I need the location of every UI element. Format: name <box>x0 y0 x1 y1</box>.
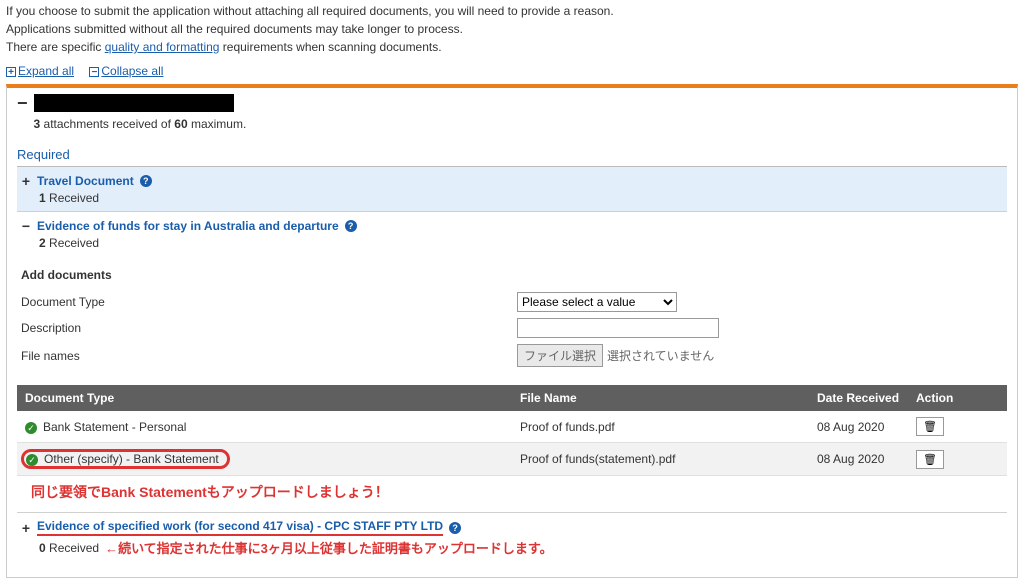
check-icon: ✓ <box>26 454 38 466</box>
file-choose-status: 選択されていません <box>607 349 714 363</box>
trash-icon: 🗑 <box>923 454 937 466</box>
help-icon[interactable]: ? <box>140 175 152 187</box>
attachments-mid: attachments received of <box>40 117 174 131</box>
file-choose-button[interactable]: ファイル選択 <box>517 344 603 367</box>
attachments-summary: 3 attachments received of 60 maximum. <box>34 117 247 131</box>
collapse-all-link[interactable]: −Collapse all <box>89 64 163 78</box>
intro-line-3: There are specific quality and formattin… <box>6 40 1018 54</box>
th-action: Action <box>908 385 1007 411</box>
funds-collapse-toggle[interactable]: − <box>21 218 31 234</box>
trash-icon: 🗑 <box>923 421 937 433</box>
expand-all-label: Expand all <box>18 64 74 78</box>
work-received-label: Received <box>46 541 99 555</box>
documents-table: Document Type File Name Date Received Ac… <box>17 385 1007 476</box>
req-travel-document: + Travel Document ? 1 Received <box>17 167 1007 212</box>
applicant-collapse-toggle[interactable]: − <box>17 94 28 112</box>
th-document-type: Document Type <box>17 385 512 411</box>
annotation-text-1: 同じ要領でBank Statementもアップロードしましょう！ <box>31 482 1007 502</box>
table-row: ✓ Bank Statement - Personal Proof of fund… <box>17 411 1007 443</box>
attachments-max: 60 <box>174 117 187 131</box>
intro-line-3-before: There are specific <box>6 40 105 54</box>
expand-all-link[interactable]: +Expand all <box>6 64 74 78</box>
intro-line-3-after: requirements when scanning documents. <box>219 40 441 54</box>
funds-received-label: Received <box>46 236 99 250</box>
row1-date: 08 Aug 2020 <box>809 443 908 476</box>
file-names-label: File names <box>17 349 517 363</box>
help-icon[interactable]: ? <box>345 220 357 232</box>
row0-type: Bank Statement - Personal <box>43 420 186 434</box>
expand-collapse-bar: +Expand all −Collapse all <box>6 64 1018 78</box>
check-icon: ✓ <box>25 422 37 434</box>
evidence-work-title[interactable]: Evidence of specified work (for second 4… <box>37 519 443 536</box>
travel-expand-toggle[interactable]: + <box>21 173 31 189</box>
attachments-after: maximum. <box>188 117 247 131</box>
doc-type-label: Document Type <box>17 295 517 309</box>
travel-received-label: Received <box>46 191 99 205</box>
required-section-title: Required <box>17 147 1007 167</box>
funds-received-count: 2 <box>39 236 46 250</box>
row0-file: Proof of funds.pdf <box>512 411 809 443</box>
work-received-count: 0 <box>39 541 46 555</box>
description-input[interactable] <box>517 318 719 338</box>
intro-line-2: Applications submitted without all the r… <box>6 22 1018 36</box>
annotation-text-2: ←続いて指定された仕事に3ヶ月以上従事した証明書もアップロードします。 <box>105 538 553 557</box>
table-row: ✓ Other (specify) - Bank Statement Proof … <box>17 443 1007 476</box>
travel-received-count: 1 <box>39 191 46 205</box>
quality-formatting-link[interactable]: quality and formatting <box>105 40 220 54</box>
intro-line-1: If you choose to submit the application … <box>6 4 1018 18</box>
collapse-all-label: Collapse all <box>101 64 163 78</box>
minus-box-icon: − <box>89 67 99 77</box>
row1-file: Proof of funds(statement).pdf <box>512 443 809 476</box>
delete-button[interactable]: 🗑 <box>916 417 944 436</box>
req-evidence-funds: − Evidence of funds for stay in Australi… <box>17 212 1007 256</box>
row1-type: Other (specify) - Bank Statement <box>44 452 219 466</box>
travel-document-title[interactable]: Travel Document <box>37 174 134 188</box>
add-documents-heading: Add documents <box>21 268 1007 282</box>
row0-date: 08 Aug 2020 <box>809 411 908 443</box>
help-icon[interactable]: ? <box>449 522 461 534</box>
evidence-funds-title[interactable]: Evidence of funds for stay in Australia … <box>37 219 339 233</box>
th-date-received: Date Received <box>809 385 908 411</box>
th-file-name: File Name <box>512 385 809 411</box>
delete-button[interactable]: 🗑 <box>916 450 944 469</box>
attachments-panel: − 3 attachments received of 60 maximum. … <box>6 84 1018 578</box>
doc-type-select[interactable]: Please select a value <box>517 292 677 312</box>
req-evidence-work: + Evidence of specified work (for second… <box>17 512 1007 563</box>
description-label: Description <box>17 321 517 335</box>
applicant-name-redacted <box>34 94 234 112</box>
plus-box-icon: + <box>6 67 16 77</box>
work-expand-toggle[interactable]: + <box>21 520 31 536</box>
annotation-oval: ✓ Other (specify) - Bank Statement <box>21 449 230 469</box>
